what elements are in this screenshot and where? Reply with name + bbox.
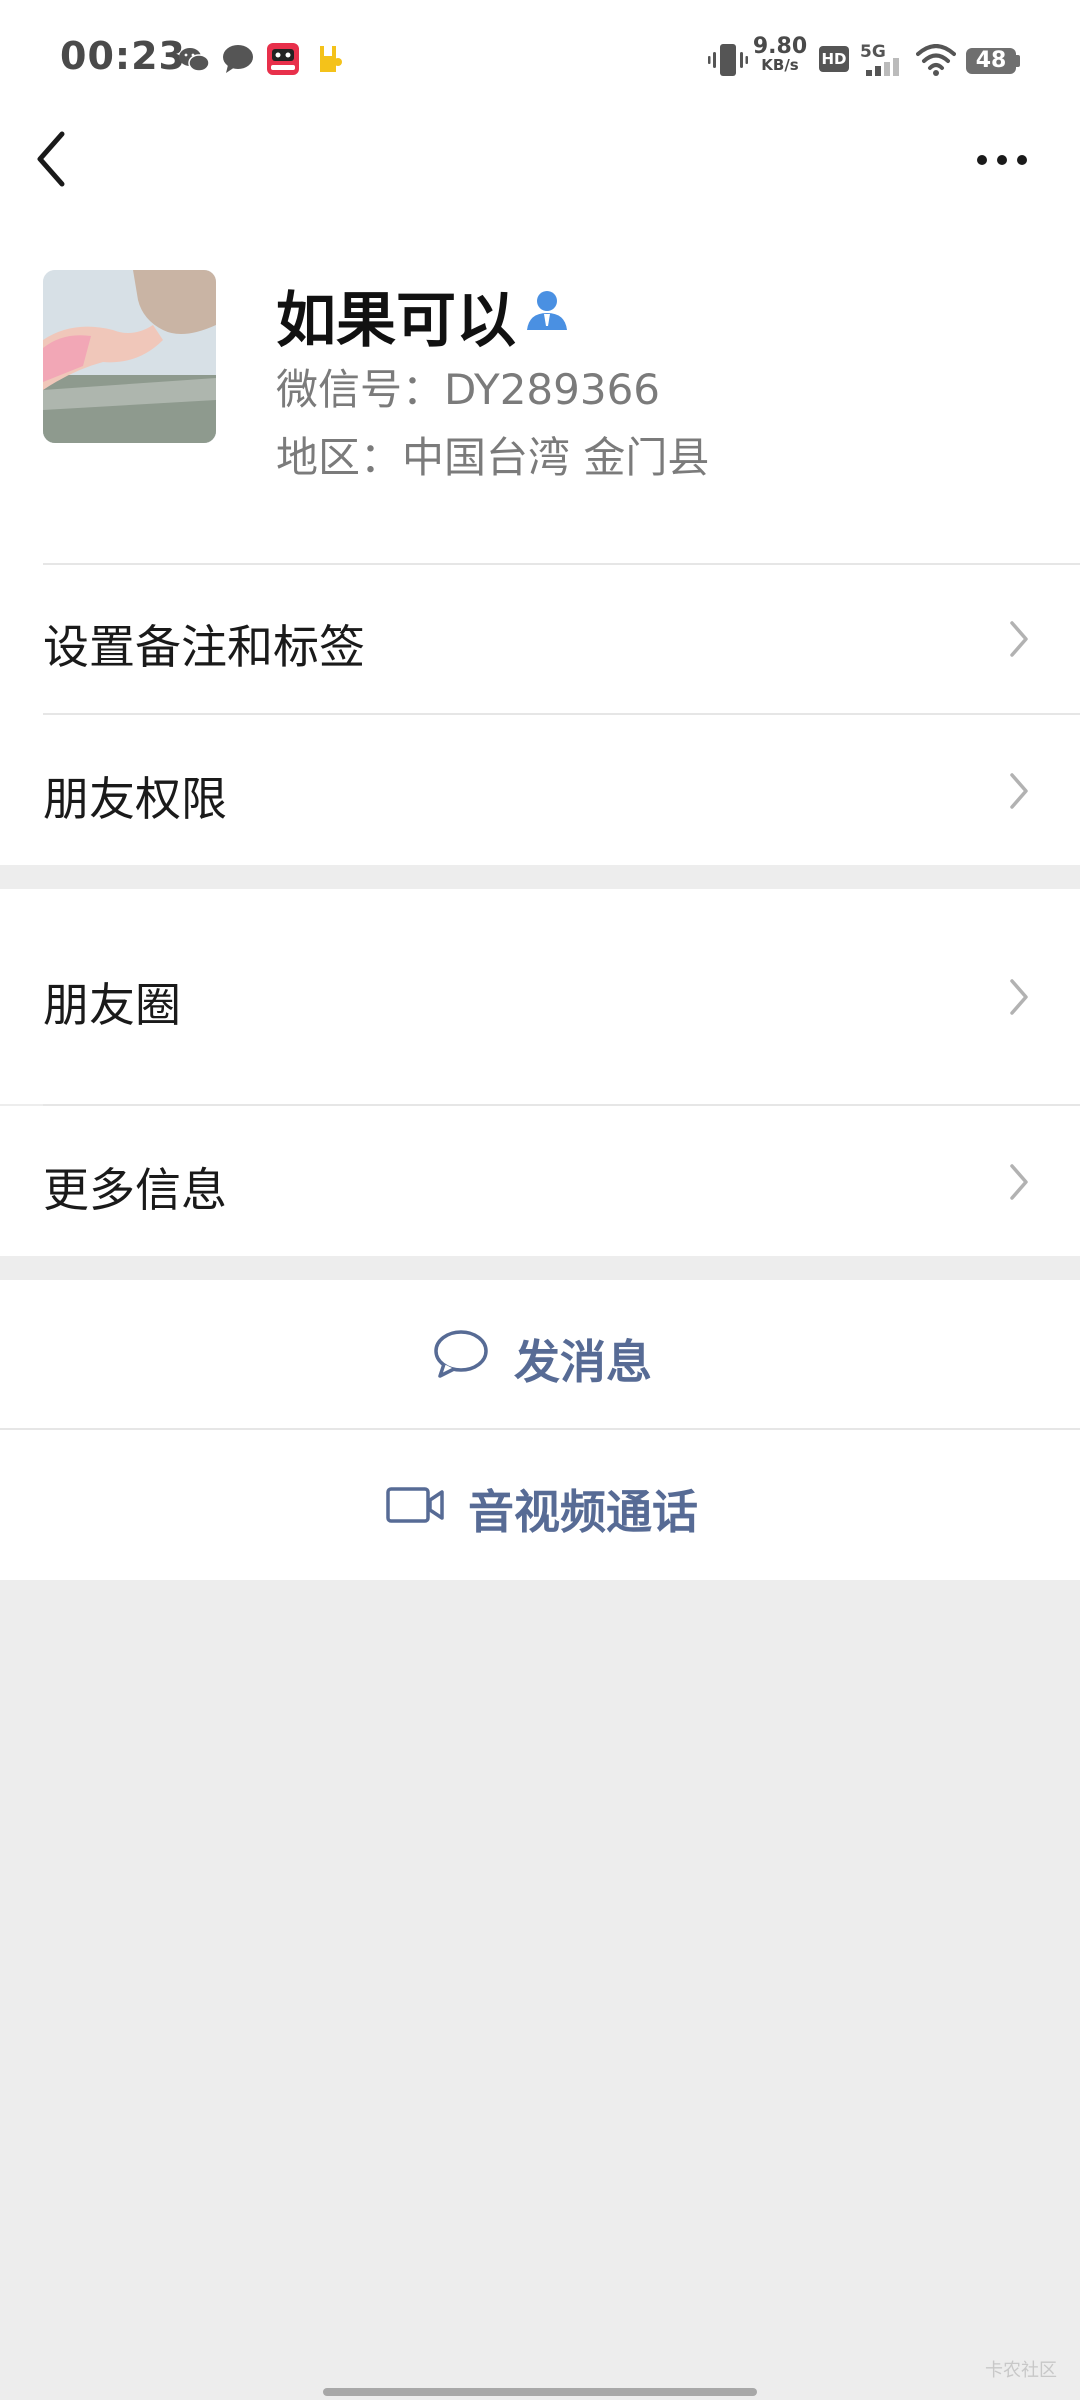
chevron-right-icon: [1010, 621, 1028, 657]
wechat-id: 微信号：DY289366: [276, 365, 661, 414]
region: 地区：中国台湾 金门县: [276, 433, 710, 482]
chat-bubble-icon: [223, 45, 253, 73]
battery-icon: [1016, 55, 1020, 67]
menu-item-label: 更多信息: [43, 1163, 227, 1217]
menu-item-more-info[interactable]: 更多信息: [0, 1106, 1080, 1256]
chevron-right-icon: [1010, 1164, 1028, 1200]
video-call-label: 音视频通话: [468, 1485, 698, 1539]
vibrate-icon: [708, 44, 748, 76]
more-dots-icon: [977, 155, 1027, 165]
chevron-right-icon: [1010, 979, 1028, 1015]
net-speed-value: 9.80: [752, 34, 808, 59]
menu-item-friend-permissions[interactable]: 朋友权限: [0, 715, 1080, 865]
chevron-left-icon: [37, 131, 65, 187]
send-message-label: 发消息: [514, 1335, 652, 1389]
wifi-icon: [916, 44, 956, 76]
battery-level: 48: [966, 48, 1016, 74]
watermark: 卡农社区: [985, 2360, 1057, 2381]
avatar[interactable]: [43, 270, 216, 443]
home-indicator[interactable]: [323, 2388, 757, 2396]
menu-item-moments[interactable]: 朋友圈: [0, 889, 1080, 1104]
menu-item-label: 设置备注和标签: [43, 620, 365, 674]
video-call-button[interactable]: 音视频通话: [0, 1430, 1080, 1580]
chat-bubble-outline-icon: [434, 1330, 488, 1378]
status-time: 00:23: [60, 34, 186, 78]
signal-icon: [866, 58, 899, 76]
net-speed: 9.80 KB/s: [752, 36, 808, 73]
status-bar: 00:23 9.80 KB/s HD 5G 48: [0, 0, 1080, 120]
yellow-app-icon: [320, 46, 342, 72]
chevron-right-icon: [1010, 773, 1028, 809]
menu-item-remark-tags[interactable]: 设置备注和标签: [0, 565, 1080, 713]
send-message-button[interactable]: 发消息: [0, 1280, 1080, 1428]
person-icon: [527, 291, 567, 330]
hd-badge: HD: [819, 46, 849, 72]
more-button[interactable]: [972, 136, 1032, 184]
red-app-icon: [267, 43, 299, 75]
video-camera-icon: [386, 1487, 444, 1523]
wechat-icon: [179, 48, 210, 72]
net-speed-unit: KB/s: [761, 56, 799, 74]
profile-name: 如果可以: [276, 286, 516, 356]
menu-item-label: 朋友权限: [43, 772, 227, 826]
back-button[interactable]: [30, 126, 78, 192]
menu-item-label: 朋友圈: [43, 978, 181, 1032]
avatar-image: [43, 270, 216, 443]
